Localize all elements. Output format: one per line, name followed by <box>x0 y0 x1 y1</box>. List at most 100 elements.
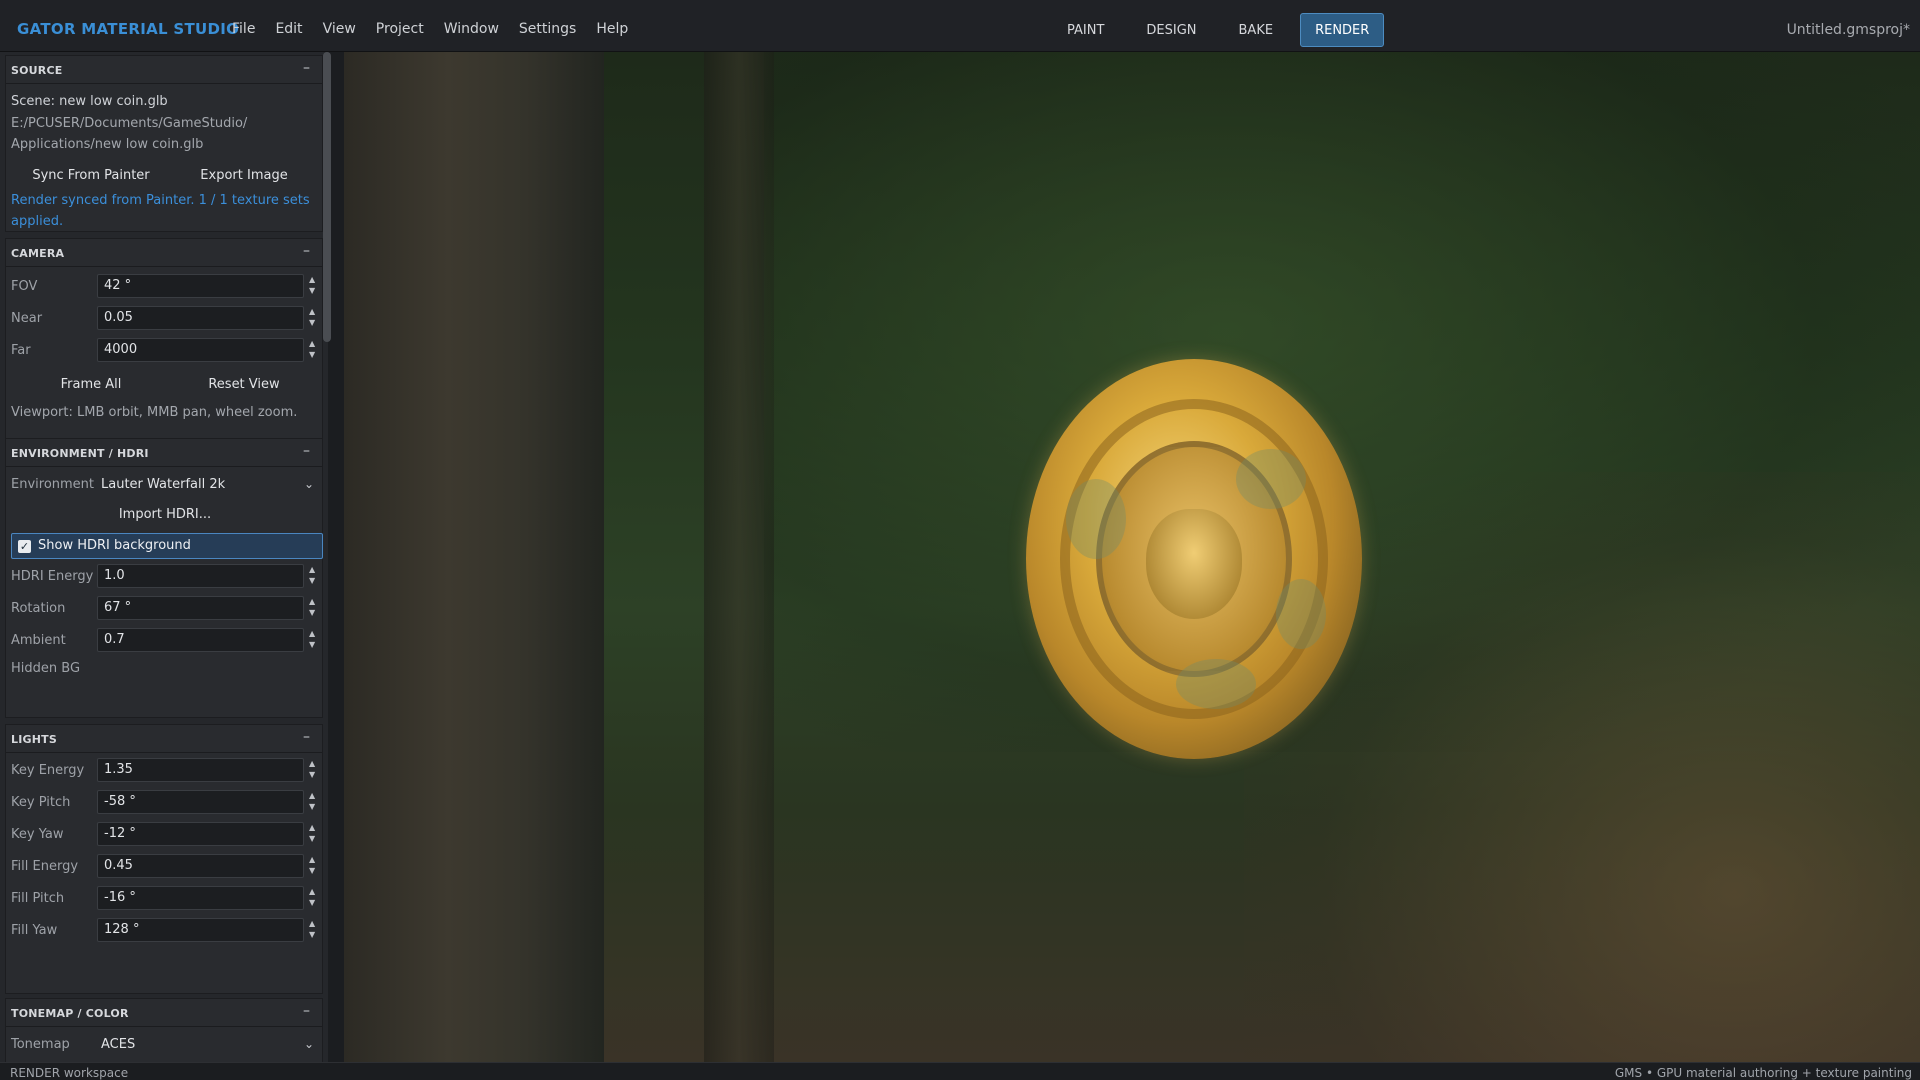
spin-arrows-icon[interactable]: ▲ ▼ <box>309 758 319 782</box>
far-label: Far <box>11 343 31 358</box>
minus-icon[interactable]: – <box>303 60 310 76</box>
spin-arrows-icon[interactable]: ▲ ▼ <box>309 886 319 910</box>
checkmark-icon[interactable]: ✓ <box>18 540 31 553</box>
key-pitch-label: Key Pitch <box>11 795 71 810</box>
fill-pitch-label: Fill Pitch <box>11 891 65 906</box>
coin-patina <box>1276 579 1326 649</box>
mode-tab-render[interactable]: RENDER <box>1300 13 1385 47</box>
sync-status-line1: Render synced from Painter. 1 / 1 textur… <box>11 193 310 208</box>
near-label: Near <box>11 311 43 326</box>
tonemap-dropdown[interactable]: ACES ⌄ <box>6 1031 324 1057</box>
minus-icon[interactable]: – <box>303 443 310 459</box>
spin-arrows-icon[interactable]: ▲ ▼ <box>309 822 319 846</box>
menu-window[interactable]: Window <box>444 21 499 37</box>
lights-section-header[interactable]: LIGHTS – <box>6 725 322 753</box>
top-menu-bar: GATOR MATERIAL STUDIO File Edit View Pro… <box>0 0 1920 52</box>
section-title: TONEMAP / COLOR <box>11 1007 129 1020</box>
menu-settings[interactable]: Settings <box>519 21 576 37</box>
ambient-input[interactable]: 0.7 <box>97 628 304 652</box>
tonemap-section: TONEMAP / COLOR – Tonemap ACES ⌄ <box>5 998 323 1062</box>
fill-yaw-input[interactable]: 128 ° <box>97 918 304 942</box>
key-energy-input[interactable]: 1.35 <box>97 758 304 782</box>
hidden-bg-label: Hidden BG <box>11 661 81 676</box>
key-energy-label: Key Energy <box>11 763 85 778</box>
menu-edit[interactable]: Edit <box>275 21 302 37</box>
coin-patina <box>1066 479 1126 559</box>
key-yaw-input[interactable]: -12 ° <box>97 822 304 846</box>
spin-arrows-icon[interactable]: ▲ ▼ <box>309 306 319 330</box>
spin-arrows-icon[interactable]: ▲ ▼ <box>309 918 319 942</box>
hdri-energy-input[interactable]: 1.0 <box>97 564 304 588</box>
environment-selected-value: Lauter Waterfall 2k <box>101 477 226 492</box>
spin-arrows-icon[interactable]: ▲ ▼ <box>309 274 319 298</box>
section-title: SOURCE <box>11 64 63 77</box>
section-title: CAMERA <box>11 247 65 260</box>
fill-pitch-input[interactable]: -16 ° <box>97 886 304 910</box>
fill-energy-label: Fill Energy <box>11 859 79 874</box>
coin-skull-face <box>1146 509 1242 619</box>
source-section: SOURCE – Scene: new low coin.glb E:/PCUS… <box>5 55 323 232</box>
menu-help[interactable]: Help <box>596 21 628 37</box>
source-section-header[interactable]: SOURCE – <box>6 56 322 84</box>
menu-file[interactable]: File <box>232 21 255 37</box>
menu-view[interactable]: View <box>323 21 356 37</box>
app-tagline: GMS • GPU material authoring + texture p… <box>1614 1066 1912 1080</box>
scene-path-line2: Applications/new low coin.glb <box>11 137 204 152</box>
fill-energy-input[interactable]: 0.45 <box>97 854 304 878</box>
lights-section: LIGHTS – Key Energy 1.35 ▲ ▼ Key Pitch -5… <box>5 724 323 994</box>
import-hdri-button[interactable]: Import HDRI... <box>16 503 314 527</box>
show-hdri-background-toggle[interactable]: ✓ Show HDRI background <box>11 533 323 559</box>
fov-label: FOV <box>11 279 38 294</box>
environment-dropdown[interactable]: Lauter Waterfall 2k ⌄ <box>6 471 324 497</box>
viewport-controls-hint: Viewport: LMB orbit, MMB pan, wheel zoom… <box>11 405 298 420</box>
tonemap-selected-value: ACES <box>101 1037 136 1052</box>
environment-section: ENVIRONMENT / HDRI – Environment Lauter … <box>5 438 323 718</box>
coin-patina <box>1176 659 1256 709</box>
render-viewport[interactable] <box>344 52 1920 1062</box>
spin-arrows-icon[interactable]: ▲ ▼ <box>309 854 319 878</box>
section-title: LIGHTS <box>11 733 57 746</box>
export-image-button[interactable]: Export Image <box>174 164 314 188</box>
mode-tab-bake[interactable]: BAKE <box>1224 13 1289 47</box>
minus-icon[interactable]: – <box>303 243 310 259</box>
near-input[interactable]: 0.05 <box>97 306 304 330</box>
spin-arrows-icon[interactable]: ▲ ▼ <box>309 628 319 652</box>
reset-view-button[interactable]: Reset View <box>174 373 314 397</box>
app-brand: GATOR MATERIAL STUDIO <box>17 20 240 38</box>
rotation-input[interactable]: 67 ° <box>97 596 304 620</box>
menu-project[interactable]: Project <box>376 21 424 37</box>
mode-switcher: PAINT DESIGN BAKE RENDER <box>1052 13 1396 47</box>
render-settings-panel: SOURCE – Scene: new low coin.glb E:/PCUS… <box>0 52 328 1062</box>
tonemap-section-header[interactable]: TONEMAP / COLOR – <box>6 999 322 1027</box>
sync-status-line2: applied. <box>11 214 64 229</box>
rotation-label: Rotation <box>11 601 66 616</box>
hdri-energy-label: HDRI Energy <box>11 569 94 584</box>
fill-yaw-label: Fill Yaw <box>11 923 58 938</box>
chevron-down-icon: ⌄ <box>303 477 314 491</box>
main-menu: File Edit View Project Window Settings H… <box>222 21 648 37</box>
spin-arrows-icon[interactable]: ▲ ▼ <box>309 596 319 620</box>
frame-all-button[interactable]: Frame All <box>16 373 166 397</box>
scene-path-line1: E:/PCUSER/Documents/GameStudio/ <box>11 116 248 131</box>
sync-from-painter-button[interactable]: Sync From Painter <box>16 164 166 188</box>
scene-name: Scene: new low coin.glb <box>11 94 168 109</box>
minus-icon[interactable]: – <box>303 1003 310 1019</box>
background-tree-trunk <box>344 52 604 1062</box>
minus-icon[interactable]: – <box>303 729 310 745</box>
chevron-down-icon: ⌄ <box>303 1037 314 1051</box>
panel-scrollbar[interactable] <box>323 52 331 342</box>
spin-arrows-icon[interactable]: ▲ ▼ <box>309 564 319 588</box>
spin-arrows-icon[interactable]: ▲ ▼ <box>309 338 319 362</box>
environment-section-header[interactable]: ENVIRONMENT / HDRI – <box>6 439 322 467</box>
coin-model[interactable] <box>1026 359 1362 759</box>
mode-tab-design[interactable]: DESIGN <box>1131 13 1211 47</box>
fov-input[interactable]: 42 ° <box>97 274 304 298</box>
spin-arrows-icon[interactable]: ▲ ▼ <box>309 790 319 814</box>
mode-tab-paint[interactable]: PAINT <box>1052 13 1119 47</box>
ambient-label: Ambient <box>11 633 66 648</box>
far-input[interactable]: 4000 <box>97 338 304 362</box>
show-hdri-background-label: Show HDRI background <box>38 538 191 553</box>
status-bar: RENDER workspace GMS • GPU material auth… <box>0 1062 1920 1080</box>
camera-section-header[interactable]: CAMERA – <box>6 239 322 267</box>
key-pitch-input[interactable]: -58 ° <box>97 790 304 814</box>
